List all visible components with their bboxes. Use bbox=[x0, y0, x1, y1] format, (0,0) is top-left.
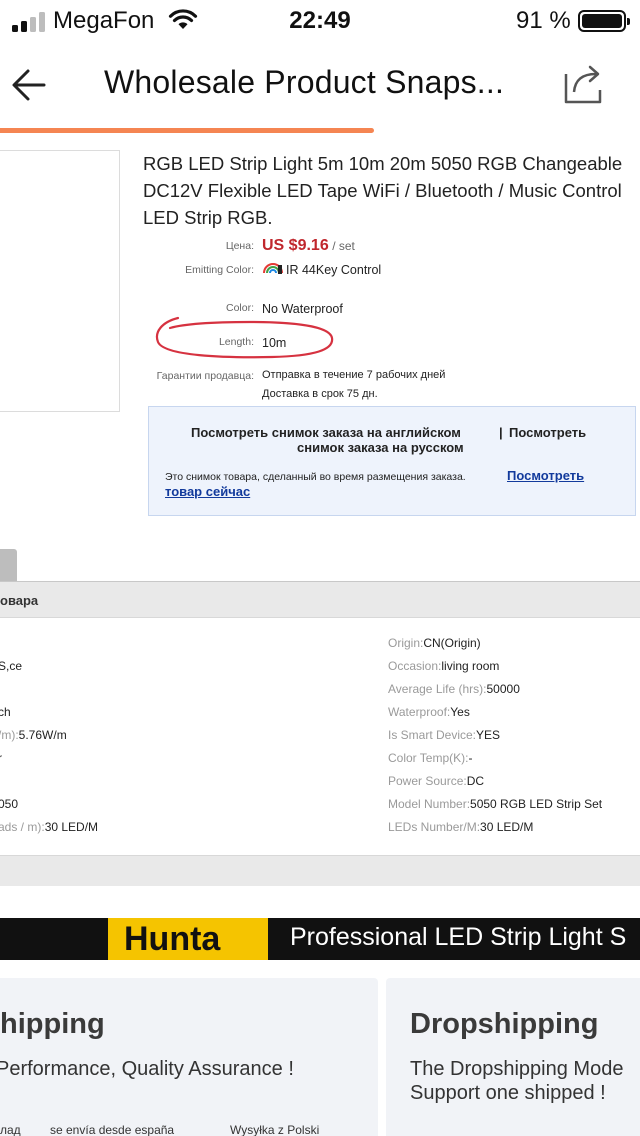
page-title: Wholesale Product Snaps... bbox=[104, 64, 505, 100]
view-english-snapshot-link[interactable]: Посмотреть снимок заказа на английском bbox=[191, 425, 461, 440]
spec-key: Model Number: bbox=[388, 797, 471, 811]
promo-card-dropshipping[interactable]: Dropshipping The Dropshipping Mode Suppo… bbox=[386, 978, 640, 1136]
page-load-progress bbox=[0, 128, 640, 133]
emitting-color-label: Emitting Color: bbox=[185, 264, 254, 276]
spec-row: ch bbox=[0, 705, 11, 719]
specs-header-title: овара bbox=[0, 593, 39, 608]
spec-row: Model Number:5050 RGB LED Strip Set bbox=[388, 797, 602, 811]
brand-name: Hunta bbox=[124, 920, 221, 958]
card-line: The Dropshipping Mode bbox=[410, 1058, 624, 1080]
tab-stub[interactable] bbox=[0, 549, 17, 581]
spec-row: Color Temp(K):- bbox=[388, 751, 472, 765]
battery-icon bbox=[578, 10, 630, 32]
price-label: Цена: bbox=[225, 240, 254, 252]
back-arrow-icon[interactable] bbox=[6, 62, 52, 108]
spec-key: /m): bbox=[0, 728, 19, 742]
snapshot-note: Это снимок товара, сделанный во время ра… bbox=[165, 471, 466, 483]
spec-row: ads / m):30 LED/M bbox=[0, 820, 98, 834]
snapshot-notice: Посмотреть снимок заказа на английском |… bbox=[148, 406, 636, 516]
emitting-color-swatch-icon bbox=[263, 263, 283, 274]
hand-drawn-circle-annotation bbox=[155, 316, 334, 359]
link-separator: | bbox=[499, 425, 503, 440]
spec-value: - bbox=[468, 751, 473, 765]
spec-value: 5050 RGB LED Strip Set bbox=[470, 797, 603, 811]
spec-key: Origin: bbox=[388, 636, 424, 650]
spec-key: Color Temp(K): bbox=[388, 751, 469, 765]
product-title: RGB LED Strip Light 5m 10m 20m 5050 RGB … bbox=[143, 153, 623, 228]
spec-value: ch bbox=[0, 705, 11, 719]
spec-row: LEDs Number/M:30 LED/M bbox=[388, 820, 533, 834]
price-value: US $9.16 bbox=[262, 237, 329, 254]
spec-value: 50000 bbox=[486, 682, 520, 696]
spec-value: 30 LED/M bbox=[44, 820, 99, 834]
status-bar: MegaFon 22:49 91 % bbox=[0, 0, 640, 42]
spec-key: Power Source: bbox=[388, 774, 467, 788]
spec-row: 050 bbox=[0, 797, 18, 811]
battery-percent: 91 % bbox=[516, 7, 571, 34]
view-russian-snapshot-link[interactable]: Посмотреть bbox=[509, 425, 586, 440]
card-line: Performance, Quality Assurance ! bbox=[0, 1058, 294, 1080]
page-load-progress-fill bbox=[0, 128, 375, 133]
nav-bar: Wholesale Product Snaps... bbox=[0, 42, 640, 132]
share-icon[interactable] bbox=[562, 60, 606, 106]
spec-key: Waterproof: bbox=[388, 705, 451, 719]
spec-row: Origin:CN(Origin) bbox=[388, 636, 481, 650]
emitting-color-value: IR 44Key Control bbox=[286, 263, 382, 277]
spec-value: CN(Origin) bbox=[423, 636, 481, 650]
spec-value: living room bbox=[441, 659, 500, 673]
promo-cards: hipping Performance, Quality Assurance !… bbox=[0, 960, 640, 1136]
spec-value: DC bbox=[466, 774, 485, 788]
spec-row: /m):5.76W/m bbox=[0, 728, 67, 742]
spec-key: LEDs Number/M: bbox=[388, 820, 481, 834]
seller-guarantee-label: Гарантии продавца: bbox=[156, 370, 254, 382]
spec-row: Is Smart Device:YES bbox=[388, 728, 500, 742]
card-foot: Wysyłka z Polski bbox=[230, 1123, 320, 1136]
spec-key: Is Smart Device: bbox=[388, 728, 477, 742]
spec-value: 30 LED/M bbox=[480, 820, 534, 834]
view-product-now-link[interactable]: Посмотреть bbox=[507, 468, 584, 483]
spec-row: Average Life (hrs):50000 bbox=[388, 682, 520, 696]
card-title: hipping bbox=[0, 1008, 105, 1040]
spec-value: 5.76W/m bbox=[18, 728, 67, 742]
spec-value: S,ce bbox=[0, 659, 23, 673]
price-row: US $9.16 / set bbox=[262, 237, 355, 255]
promo-card-shipping[interactable]: hipping Performance, Quality Assurance !… bbox=[0, 978, 378, 1136]
card-foot: se envía desde españa bbox=[50, 1123, 175, 1136]
spec-key: ads / m): bbox=[0, 820, 45, 834]
price-unit: / set bbox=[332, 239, 355, 253]
specs-table: S,cech/m):5.76W/mr050ads / m):30 LED/MOr… bbox=[0, 618, 640, 856]
spec-key: Occasion: bbox=[388, 659, 442, 673]
spec-row: Occasion:living room bbox=[388, 659, 499, 673]
guarantee-dispatch: Отправка в течение 7 рабочих дней bbox=[262, 369, 446, 381]
spec-row: r bbox=[0, 751, 2, 765]
spec-row: Waterproof:Yes bbox=[388, 705, 470, 719]
store-banner[interactable]: Hunta Professional LED Strip Light S bbox=[0, 918, 640, 960]
card-foot: лад bbox=[0, 1123, 21, 1136]
brand-logo: Hunta bbox=[108, 918, 268, 960]
card-line: Support one shipped ! bbox=[410, 1082, 606, 1104]
spec-row: S,ce bbox=[0, 659, 22, 673]
view-russian-snapshot-link-cont[interactable]: снимок заказа на русском bbox=[297, 440, 464, 455]
specs-header: овара bbox=[0, 581, 640, 618]
banner-tagline: Professional LED Strip Light S bbox=[290, 923, 627, 951]
spec-value: Yes bbox=[450, 705, 470, 719]
spec-value: r bbox=[0, 751, 2, 765]
view-product-now-link-cont[interactable]: товар сейчас bbox=[165, 484, 250, 499]
spec-row: Power Source:DC bbox=[388, 774, 484, 788]
color-label: Color: bbox=[225, 302, 254, 314]
spec-value: YES bbox=[476, 728, 501, 742]
emitting-color-row: IR 44Key Control bbox=[262, 263, 381, 277]
card-title: Dropshipping bbox=[410, 1008, 599, 1040]
guarantee-delivery: Доставка в срок 75 дн. bbox=[262, 388, 378, 400]
section-divider bbox=[0, 856, 640, 886]
spec-value: 050 bbox=[0, 797, 19, 811]
spec-key: Average Life (hrs): bbox=[388, 682, 487, 696]
